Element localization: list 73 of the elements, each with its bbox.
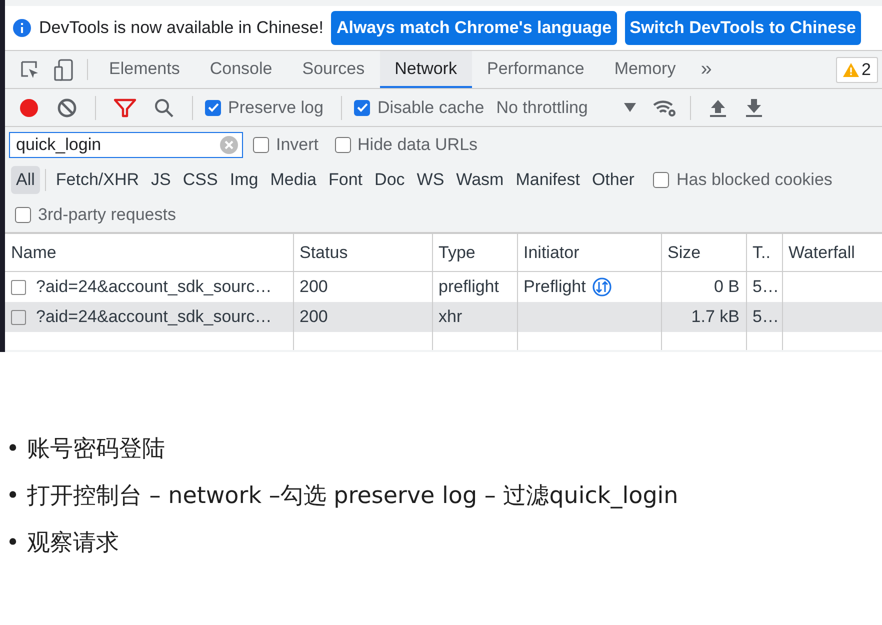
checkbox-label: Preserve log [228, 98, 324, 118]
bullet-marker: • [5, 529, 21, 558]
panel-tab[interactable]: Memory [599, 51, 691, 88]
request-checkbox[interactable] [11, 280, 26, 294]
more-tabs-button[interactable]: » [690, 51, 722, 88]
panel-tab[interactable]: Sources [287, 51, 380, 88]
language-button[interactable]: Switch DevTools to Chinese [624, 11, 862, 45]
upload-icon[interactable] [708, 98, 727, 118]
initiator-text: Preflight [524, 277, 586, 297]
throttling-dropdown[interactable]: No throttling [496, 98, 646, 118]
checkbox-label: Disable cache [377, 98, 484, 118]
panel-tab[interactable]: Network [380, 51, 472, 88]
type-filter-button[interactable]: Img [224, 166, 264, 194]
column-header[interactable]: Status [293, 234, 432, 272]
status-text: 200 [300, 277, 328, 296]
panel-tab[interactable]: Performance [472, 51, 600, 88]
checkbox[interactable] [334, 137, 351, 153]
size-text: 1.7 kB [691, 307, 740, 326]
request-name[interactable]: ?aid=24&account_sdk_sourc… [36, 277, 272, 297]
caret-icon [624, 103, 636, 112]
infobar-message: DevTools is now available in Chinese! [39, 18, 324, 38]
language-button[interactable]: Always match Chrome's language [331, 11, 617, 45]
info-icon [13, 19, 31, 37]
checkbox[interactable] [15, 206, 31, 222]
column-header[interactable]: Initiator [517, 234, 661, 272]
filter-icon[interactable] [114, 98, 136, 118]
time-text: 5… [752, 277, 779, 296]
panel-tab[interactable]: Console [194, 51, 288, 88]
device-toolbar-icon[interactable] [53, 58, 75, 82]
type-filter-button[interactable]: Fetch/XHR [50, 166, 144, 194]
filter-field[interactable]: quick_login [9, 132, 243, 158]
type-text: preflight [438, 277, 499, 296]
bullet-marker: • [5, 482, 21, 511]
column-header[interactable]: Type [432, 234, 517, 272]
bullet-marker: • [5, 435, 21, 464]
time-text: 5… [752, 307, 779, 326]
type-text: xhr [438, 307, 462, 326]
checkbox[interactable] [253, 137, 269, 153]
checkbox-label: Hide data URLs [358, 135, 478, 155]
type-filter-button[interactable]: All [11, 166, 40, 194]
checkbox-label: 3rd-party requests [38, 204, 176, 224]
warning-icon [842, 62, 859, 76]
record-button[interactable] [19, 98, 39, 118]
clear-icon[interactable] [57, 98, 77, 118]
bullet-text: 打开控制台 – network –勾选 preserve log – 过滤quick_login [27, 482, 678, 511]
panel-tab[interactable]: Elements [94, 51, 195, 88]
column-header[interactable]: T.. [746, 234, 782, 272]
type-filter-button[interactable]: Media [265, 166, 322, 194]
type-filter-button[interactable]: Manifest [510, 166, 585, 194]
type-filter-button[interactable]: Other [586, 166, 640, 194]
warning-badge[interactable]: 2 [836, 56, 878, 82]
column-header[interactable]: Name [5, 234, 293, 272]
preflight-icon[interactable] [592, 277, 612, 297]
type-filter-button[interactable]: JS [146, 166, 176, 194]
status-text: 200 [300, 307, 328, 326]
checkbox[interactable] [354, 100, 370, 116]
checkbox[interactable] [205, 100, 221, 116]
download-icon[interactable] [744, 98, 763, 118]
type-filter-button[interactable]: WS [412, 166, 450, 194]
type-filter-button[interactable]: Doc [370, 166, 410, 194]
type-filter-button[interactable]: CSS [178, 166, 223, 194]
type-filter-button[interactable]: Font [324, 166, 368, 194]
column-header[interactable]: Waterfall [782, 234, 882, 272]
bullet-text: 账号密码登陆 [27, 435, 165, 464]
column-header[interactable]: Size [661, 234, 746, 272]
checkbox-label: Has blocked cookies [676, 170, 832, 190]
request-checkbox[interactable] [11, 310, 26, 324]
checkbox-label: Invert [276, 135, 319, 155]
bullet-text: 观察请求 [27, 529, 119, 558]
checkbox[interactable] [653, 172, 670, 188]
type-filter-button[interactable]: Wasm [451, 166, 509, 194]
size-text: 0 B [714, 277, 740, 296]
search-icon[interactable] [154, 98, 174, 118]
